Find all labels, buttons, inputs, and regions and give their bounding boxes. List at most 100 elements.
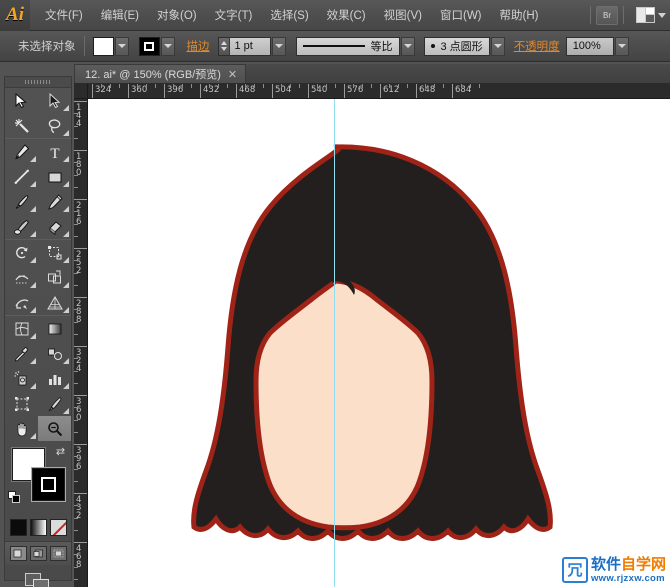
menu-effect[interactable]: 效果(C)	[318, 4, 375, 26]
color-mode-button[interactable]	[9, 519, 27, 536]
ruler-tick	[200, 84, 201, 98]
opacity-input[interactable]: 100%	[565, 36, 614, 56]
menu-file[interactable]: 文件(F)	[36, 4, 92, 26]
tool-flyout-indicator	[63, 156, 69, 162]
tool-flyout-indicator	[30, 358, 36, 364]
paintbrush-tool[interactable]	[5, 189, 38, 214]
bridge-button[interactable]: Br	[596, 5, 618, 25]
color-mode-buttons	[5, 516, 71, 541]
eyedropper-tool[interactable]	[5, 341, 38, 366]
tools-panel-drag-grip[interactable]	[5, 77, 71, 88]
change-screen-mode-button[interactable]	[5, 565, 71, 587]
stroke-panel-link[interactable]: 描边	[187, 38, 210, 54]
slice-tool[interactable]	[38, 391, 71, 416]
arrange-documents-button[interactable]	[636, 7, 666, 23]
fill-color-swatch[interactable]	[92, 36, 114, 56]
menu-view[interactable]: 视图(V)	[375, 4, 431, 26]
tool-flyout-indicator	[30, 257, 36, 263]
ruler-label: 540	[311, 85, 328, 95]
chevron-down-icon	[493, 44, 502, 48]
brush-dropdown-button[interactable]	[490, 36, 505, 56]
gradient-tool[interactable]	[38, 316, 71, 341]
artboard-tool[interactable]	[5, 391, 38, 416]
pen-tool[interactable]	[5, 139, 38, 164]
direct-selection-tool[interactable]	[38, 88, 71, 113]
ruler-tick	[74, 493, 87, 494]
ruler-minor-tick	[74, 223, 78, 225]
width-tool[interactable]	[5, 265, 38, 290]
draw-inside-button[interactable]	[49, 546, 67, 561]
menu-edit[interactable]: 编辑(E)	[92, 4, 148, 26]
ruler-minor-tick	[74, 431, 78, 433]
ruler-minor-tick	[74, 260, 78, 262]
menu-window[interactable]: 窗口(W)	[431, 4, 491, 26]
close-icon[interactable]: ✕	[228, 68, 237, 81]
ruler-minor-tick	[281, 84, 282, 88]
ruler-minor-tick	[191, 84, 192, 88]
stroke-weight-dropdown-button[interactable]	[271, 36, 286, 56]
eraser-tool[interactable]	[38, 214, 71, 239]
default-fill-stroke-icon[interactable]	[8, 491, 21, 504]
ruler-minor-tick	[155, 84, 156, 88]
column-graph-tool[interactable]	[38, 366, 71, 391]
ruler-minor-tick	[101, 84, 102, 88]
stroke-swatch-large[interactable]	[32, 468, 65, 501]
line-segment-tool[interactable]	[5, 164, 38, 189]
ruler-label: 324	[76, 348, 82, 374]
draw-behind-button[interactable]	[29, 546, 47, 561]
menu-type[interactable]: 文字(T)	[206, 4, 262, 26]
ruler-label: 216	[76, 201, 82, 227]
lasso-tool[interactable]	[38, 113, 71, 138]
pencil-tool[interactable]	[38, 189, 71, 214]
hand-tool[interactable]	[5, 416, 38, 441]
opacity-panel-link[interactable]: 不透明度	[514, 38, 560, 54]
type-tool[interactable]: T	[38, 139, 71, 164]
blend-tool[interactable]	[38, 341, 71, 366]
brush-label: 3 点圆形	[440, 41, 483, 53]
scale-tool[interactable]	[38, 240, 71, 265]
width-profile-dropdown-button[interactable]	[400, 36, 415, 56]
stroke-color-swatch[interactable]	[138, 36, 160, 56]
ruler-corner[interactable]	[74, 84, 88, 99]
rectangle-tool[interactable]	[38, 164, 71, 189]
menu-object[interactable]: 对象(O)	[148, 4, 206, 26]
ruler-label: 468	[76, 544, 82, 570]
perspective-grid-tool[interactable]	[38, 290, 71, 315]
vertical-ruler[interactable]: 144 180 216 252 288 324 360 396 432 468	[74, 99, 88, 587]
magic-wand-tool[interactable]	[5, 113, 38, 138]
document-tab[interactable]: 12. ai* @ 150% (RGB/预览) ✕	[74, 64, 247, 83]
free-transform-tool[interactable]	[5, 290, 38, 315]
tool-grid: T	[5, 88, 71, 441]
tool-flyout-indicator	[63, 408, 69, 414]
menu-help[interactable]: 帮助(H)	[491, 4, 548, 26]
selection-tool[interactable]	[5, 88, 38, 113]
shape-builder-tool[interactable]	[38, 265, 71, 290]
chevron-down-icon	[163, 44, 172, 48]
symbol-sprayer-tool[interactable]	[5, 366, 38, 391]
opacity-dropdown-button[interactable]	[614, 36, 629, 56]
blob-brush-tool[interactable]	[5, 214, 38, 239]
menu-bar: Ai 文件(F) 编辑(E) 对象(O) 文字(T) 选择(S) 效果(C) 视…	[0, 0, 670, 31]
ruler-tick	[308, 84, 309, 98]
stroke-weight-value[interactable]: 1 pt	[230, 40, 270, 52]
rotate-tool[interactable]	[5, 240, 38, 265]
tool-flyout-indicator	[63, 130, 69, 136]
none-mode-button[interactable]	[49, 519, 67, 536]
menu-select[interactable]: 选择(S)	[261, 4, 317, 26]
swap-fill-stroke-icon[interactable]: ⇄	[54, 446, 67, 459]
horizontal-ruler[interactable]: 324 360 396 432 468 504 540 576 612 648 684	[88, 84, 670, 99]
mesh-tool[interactable]	[5, 316, 38, 341]
draw-normal-button[interactable]	[9, 546, 27, 561]
ruler-minor-tick	[74, 113, 78, 115]
fill-dropdown-button[interactable]	[114, 36, 129, 56]
variable-width-profile-combo[interactable]: 等比	[295, 36, 400, 56]
stroke-weight-stepper[interactable]: 1 pt	[217, 36, 271, 56]
artwork-illustration[interactable]	[88, 99, 670, 587]
canvas-artboard[interactable]: 冗 软件自学网 www.rjzxw.com	[88, 99, 670, 587]
zoom-tool[interactable]	[38, 416, 71, 441]
stroke-dropdown-button[interactable]	[160, 36, 175, 56]
brush-definition-combo[interactable]: 3 点圆形	[423, 36, 490, 56]
gradient-mode-button[interactable]	[29, 519, 47, 536]
tool-flyout-indicator	[30, 333, 36, 339]
stroke-weight-arrows[interactable]	[218, 37, 230, 55]
